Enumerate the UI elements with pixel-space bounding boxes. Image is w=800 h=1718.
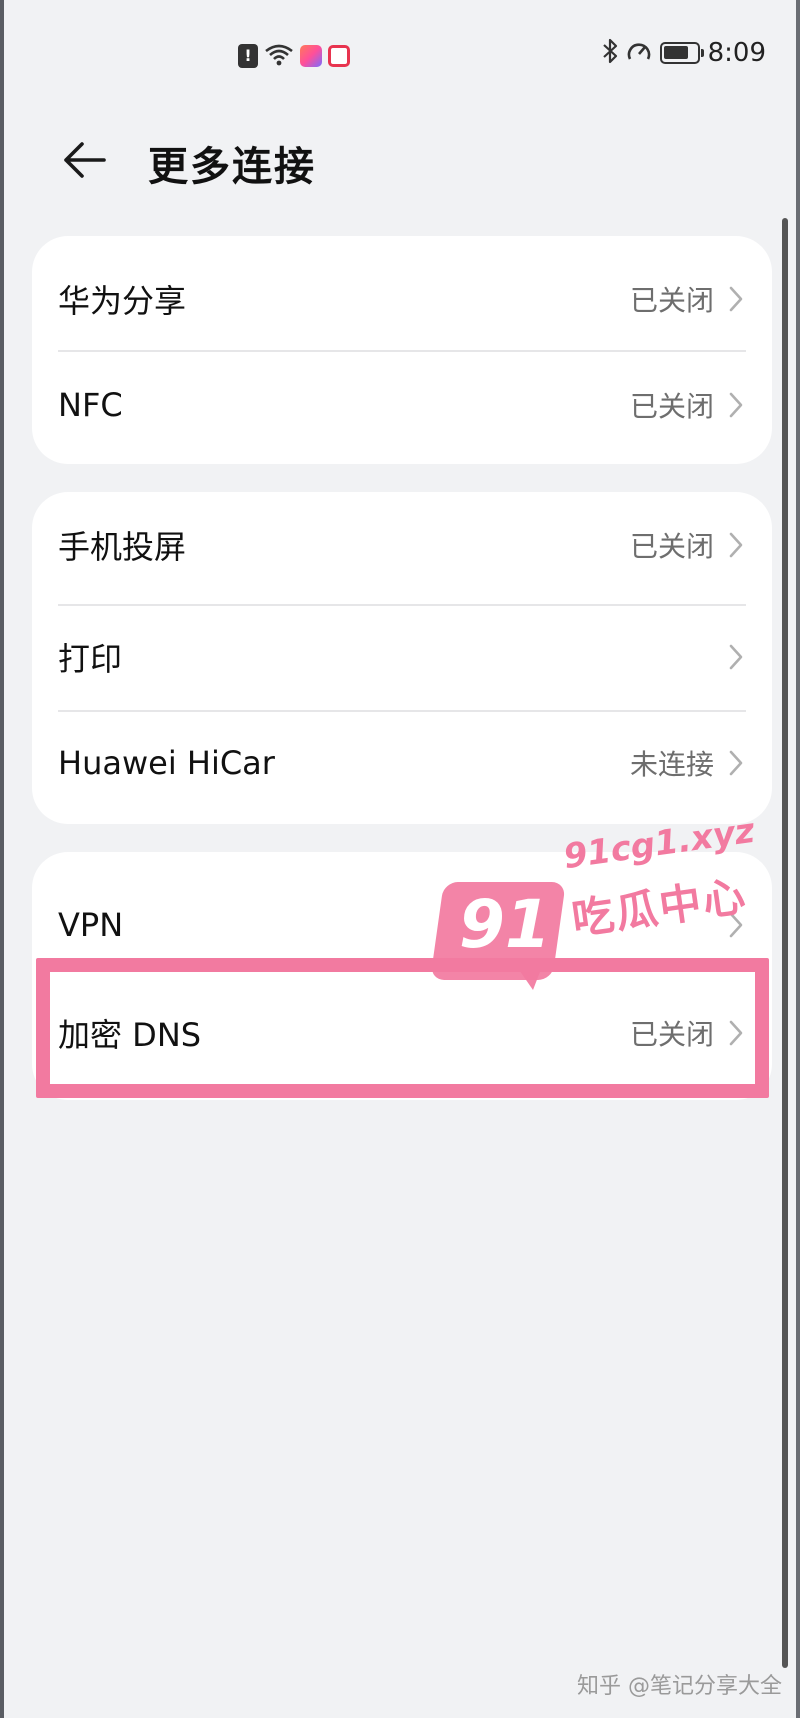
row-label: Huawei HiCar [58,744,275,782]
settings-group-network: VPN 加密 DNS 已关闭 [32,852,772,1100]
chevron-right-icon [729,286,743,312]
row-huawei-share[interactable]: 华为分享 已关闭 [32,246,772,352]
wifi-icon [264,42,294,70]
row-status: 已关闭 [629,390,714,423]
speedometer-icon [626,39,652,67]
row-huawei-hicar[interactable]: Huawei HiCar 未连接 [32,710,772,816]
footer-watermark: 知乎 @笔记分享大全 [577,1674,782,1699]
chevron-right-icon [729,1020,743,1046]
row-label: 手机投屏 [58,528,187,566]
bluetooth-icon [602,38,618,68]
chevron-right-icon [729,750,743,776]
status-bar: ! 8:09 [0,0,800,110]
row-nfc[interactable]: NFC 已关闭 [32,352,772,458]
row-status: 未连接 [629,748,714,781]
status-left-icons: ! [238,42,350,70]
row-encrypted-dns[interactable]: 加密 DNS 已关闭 [32,980,772,1086]
row-status: 已关闭 [629,530,714,563]
row-status: 已关闭 [629,284,714,317]
screen-frame-right [796,0,800,1718]
settings-group-sharing: 华为分享 已关闭 NFC 已关闭 [32,236,772,464]
row-label: 打印 [58,640,123,678]
row-status: 已关闭 [629,1018,714,1051]
status-right-icons: 8:09 [602,38,766,68]
row-print[interactable]: 打印 [32,604,772,710]
app-icon-a [300,45,322,67]
sim-alert-icon: ! [238,44,258,68]
back-button[interactable] [56,132,112,188]
chevron-right-icon [729,644,743,670]
screen-frame-left [0,0,4,1718]
scrollbar[interactable] [782,218,788,1668]
status-time: 8:09 [707,38,766,68]
row-label: 加密 DNS [58,1016,202,1054]
row-label: VPN [58,906,124,944]
chevron-right-icon [729,392,743,418]
arrow-left-icon [64,142,106,178]
page-title: 更多连接 [148,144,316,190]
row-label: NFC [58,386,123,424]
battery-icon [659,42,704,64]
app-icon-b [328,45,350,67]
page-header: 更多连接 [0,110,800,210]
settings-group-projection: 手机投屏 已关闭 打印 Huawei HiCar 未连接 [32,492,772,824]
row-vpn[interactable]: VPN [32,872,772,978]
row-screen-projection[interactable]: 手机投屏 已关闭 [32,492,772,598]
chevron-right-icon [729,912,743,938]
chevron-right-icon [729,532,743,558]
row-label: 华为分享 [58,282,187,320]
